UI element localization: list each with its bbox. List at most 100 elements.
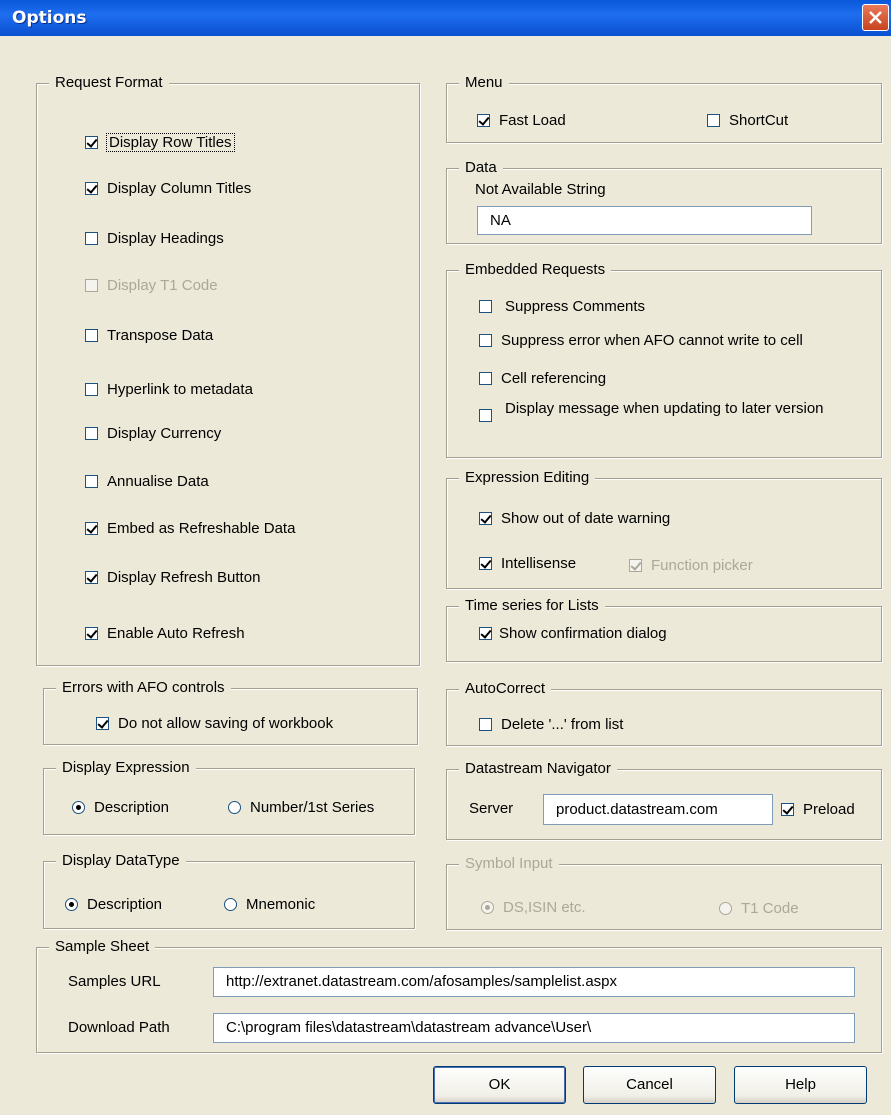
checkbox-label: Suppress error when AFO cannot write to …	[501, 332, 803, 349]
radio-circle	[228, 801, 241, 814]
embedded-requests-group: Embedded Requests Suppress Comments Supp…	[446, 261, 882, 458]
close-icon	[869, 11, 882, 24]
samples-url-label: Samples URL	[68, 973, 161, 990]
checkbox-label: Hyperlink to metadata	[107, 381, 253, 398]
symbol-ds-isin-radio: DS,ISIN etc.	[481, 899, 586, 916]
checkbox-label: Embed as Refreshable Data	[107, 520, 296, 537]
checkbox-label: Fast Load	[499, 112, 566, 129]
intellisense-checkbox[interactable]: Intellisense	[479, 555, 576, 572]
expression-number-radio[interactable]: Number/1st Series	[228, 799, 374, 816]
hyperlink-to-metadata-checkbox[interactable]: Hyperlink to metadata	[85, 381, 253, 398]
symbol-input-legend: Symbol Input	[459, 855, 559, 872]
errors-afo-group: Errors with AFO controls Do not allow sa…	[43, 679, 418, 745]
checkbox-label: Annualise Data	[107, 473, 209, 490]
sample-sheet-legend: Sample Sheet	[49, 938, 156, 955]
show-confirmation-dialog-checkbox[interactable]: Show confirmation dialog	[479, 625, 667, 642]
checkbox-box	[479, 334, 492, 347]
help-button[interactable]: Help	[734, 1066, 867, 1104]
radio-circle	[224, 898, 237, 911]
fast-load-checkbox[interactable]: Fast Load	[477, 112, 566, 129]
suppress-error-checkbox[interactable]: Suppress error when AFO cannot write to …	[479, 332, 803, 349]
display-row-titles-checkbox[interactable]: Display Row Titles	[85, 133, 235, 152]
annualise-data-checkbox[interactable]: Annualise Data	[85, 473, 209, 490]
radio-label: Mnemonic	[246, 896, 316, 913]
ok-button[interactable]: OK	[433, 1066, 566, 1104]
checkbox-box	[85, 136, 98, 149]
not-available-string-input[interactable]: NA	[477, 206, 812, 235]
checkbox-label: ShortCut	[729, 112, 789, 129]
data-group: Data Not Available String NA	[446, 159, 882, 244]
autocorrect-group: AutoCorrect Delete '...' from list	[446, 680, 882, 746]
checkbox-box	[85, 475, 98, 488]
shortcut-checkbox[interactable]: ShortCut	[707, 112, 788, 129]
function-picker-checkbox: Function picker	[629, 557, 753, 574]
radio-label: Number/1st Series	[250, 799, 375, 816]
checkbox-box	[85, 571, 98, 584]
show-out-of-date-warning-checkbox[interactable]: Show out of date warning	[479, 510, 670, 527]
checkbox-box	[85, 232, 98, 245]
window-title: Options	[12, 8, 87, 28]
time-series-legend: Time series for Lists	[459, 597, 605, 614]
checkbox-label: Display Headings	[107, 230, 224, 247]
autocorrect-legend: AutoCorrect	[459, 680, 552, 697]
checkbox-label: Display message when updating to later v…	[505, 400, 824, 417]
transpose-data-checkbox[interactable]: Transpose Data	[85, 327, 213, 344]
radio-circle	[65, 898, 78, 911]
checkbox-label: Preload	[803, 801, 855, 818]
display-refresh-button-checkbox[interactable]: Display Refresh Button	[85, 569, 260, 586]
display-column-titles-checkbox[interactable]: Display Column Titles	[85, 180, 251, 197]
close-button[interactable]	[862, 4, 889, 31]
checkbox-box	[85, 627, 98, 640]
radio-label: Description	[94, 799, 170, 816]
errors-afo-legend: Errors with AFO controls	[56, 679, 231, 696]
download-path-label: Download Path	[68, 1019, 170, 1036]
checkbox-box	[707, 114, 720, 127]
enable-auto-refresh-checkbox[interactable]: Enable Auto Refresh	[85, 625, 245, 642]
preload-checkbox[interactable]: Preload	[781, 801, 855, 818]
checkbox-box	[479, 627, 492, 640]
checkbox-label: Display Column Titles	[107, 180, 252, 197]
checkbox-box	[479, 409, 492, 422]
display-currency-checkbox[interactable]: Display Currency	[85, 425, 221, 442]
radio-label: T1 Code	[741, 900, 799, 917]
checkbox-label: Function picker	[651, 557, 753, 574]
checkbox-box	[781, 803, 794, 816]
datastream-navigator-group: Datastream Navigator Server product.data…	[446, 760, 882, 840]
checkbox-label: Cell referencing	[501, 370, 607, 387]
display-message-checkbox[interactable]: Display message when updating to later v…	[479, 399, 851, 422]
server-label: Server	[469, 800, 514, 817]
do-not-allow-saving-checkbox[interactable]: Do not allow saving of workbook	[96, 715, 333, 732]
sample-sheet-group: Sample Sheet Samples URL http://extranet…	[36, 938, 882, 1053]
datatype-mnemonic-radio[interactable]: Mnemonic	[224, 896, 315, 913]
samples-url-input[interactable]: http://extranet.datastream.com/afosample…	[213, 967, 855, 997]
cell-referencing-checkbox[interactable]: Cell referencing	[479, 370, 606, 387]
datatype-description-radio[interactable]: Description	[65, 896, 162, 913]
download-path-input[interactable]: C:\program files\datastream\datastream a…	[213, 1013, 855, 1043]
checkbox-box	[85, 383, 98, 396]
checkbox-label: Show out of date warning	[501, 510, 671, 527]
embed-refreshable-checkbox[interactable]: Embed as Refreshable Data	[85, 520, 295, 537]
data-legend: Data	[459, 159, 503, 176]
checkbox-label: Display Row Titles	[106, 133, 235, 152]
checkbox-label: Display Currency	[107, 425, 222, 442]
symbol-input-group: Symbol Input DS,ISIN etc. T1 Code	[446, 855, 882, 930]
checkbox-box	[85, 182, 98, 195]
display-expression-group: Display Expression Description Number/1s…	[43, 759, 415, 835]
display-headings-checkbox[interactable]: Display Headings	[85, 230, 224, 247]
title-bar: Options	[0, 0, 891, 36]
checkbox-label: Transpose Data	[107, 327, 214, 344]
checkbox-label: Delete '...' from list	[501, 716, 624, 733]
symbol-t1-code-radio: T1 Code	[719, 900, 799, 917]
radio-circle	[72, 801, 85, 814]
display-datatype-group: Display DataType Description Mnemonic	[43, 852, 415, 929]
server-input[interactable]: product.datastream.com	[543, 794, 773, 825]
expression-description-radio[interactable]: Description	[72, 799, 169, 816]
cancel-button[interactable]: Cancel	[583, 1066, 716, 1104]
suppress-comments-checkbox[interactable]: Suppress Comments	[479, 298, 645, 315]
delete-ellipsis-checkbox[interactable]: Delete '...' from list	[479, 716, 623, 733]
not-available-string-label: Not Available String	[475, 181, 606, 198]
checkbox-box	[96, 717, 109, 730]
checkbox-label: Enable Auto Refresh	[107, 625, 245, 642]
expression-editing-legend: Expression Editing	[459, 469, 596, 486]
checkbox-box	[479, 512, 492, 525]
